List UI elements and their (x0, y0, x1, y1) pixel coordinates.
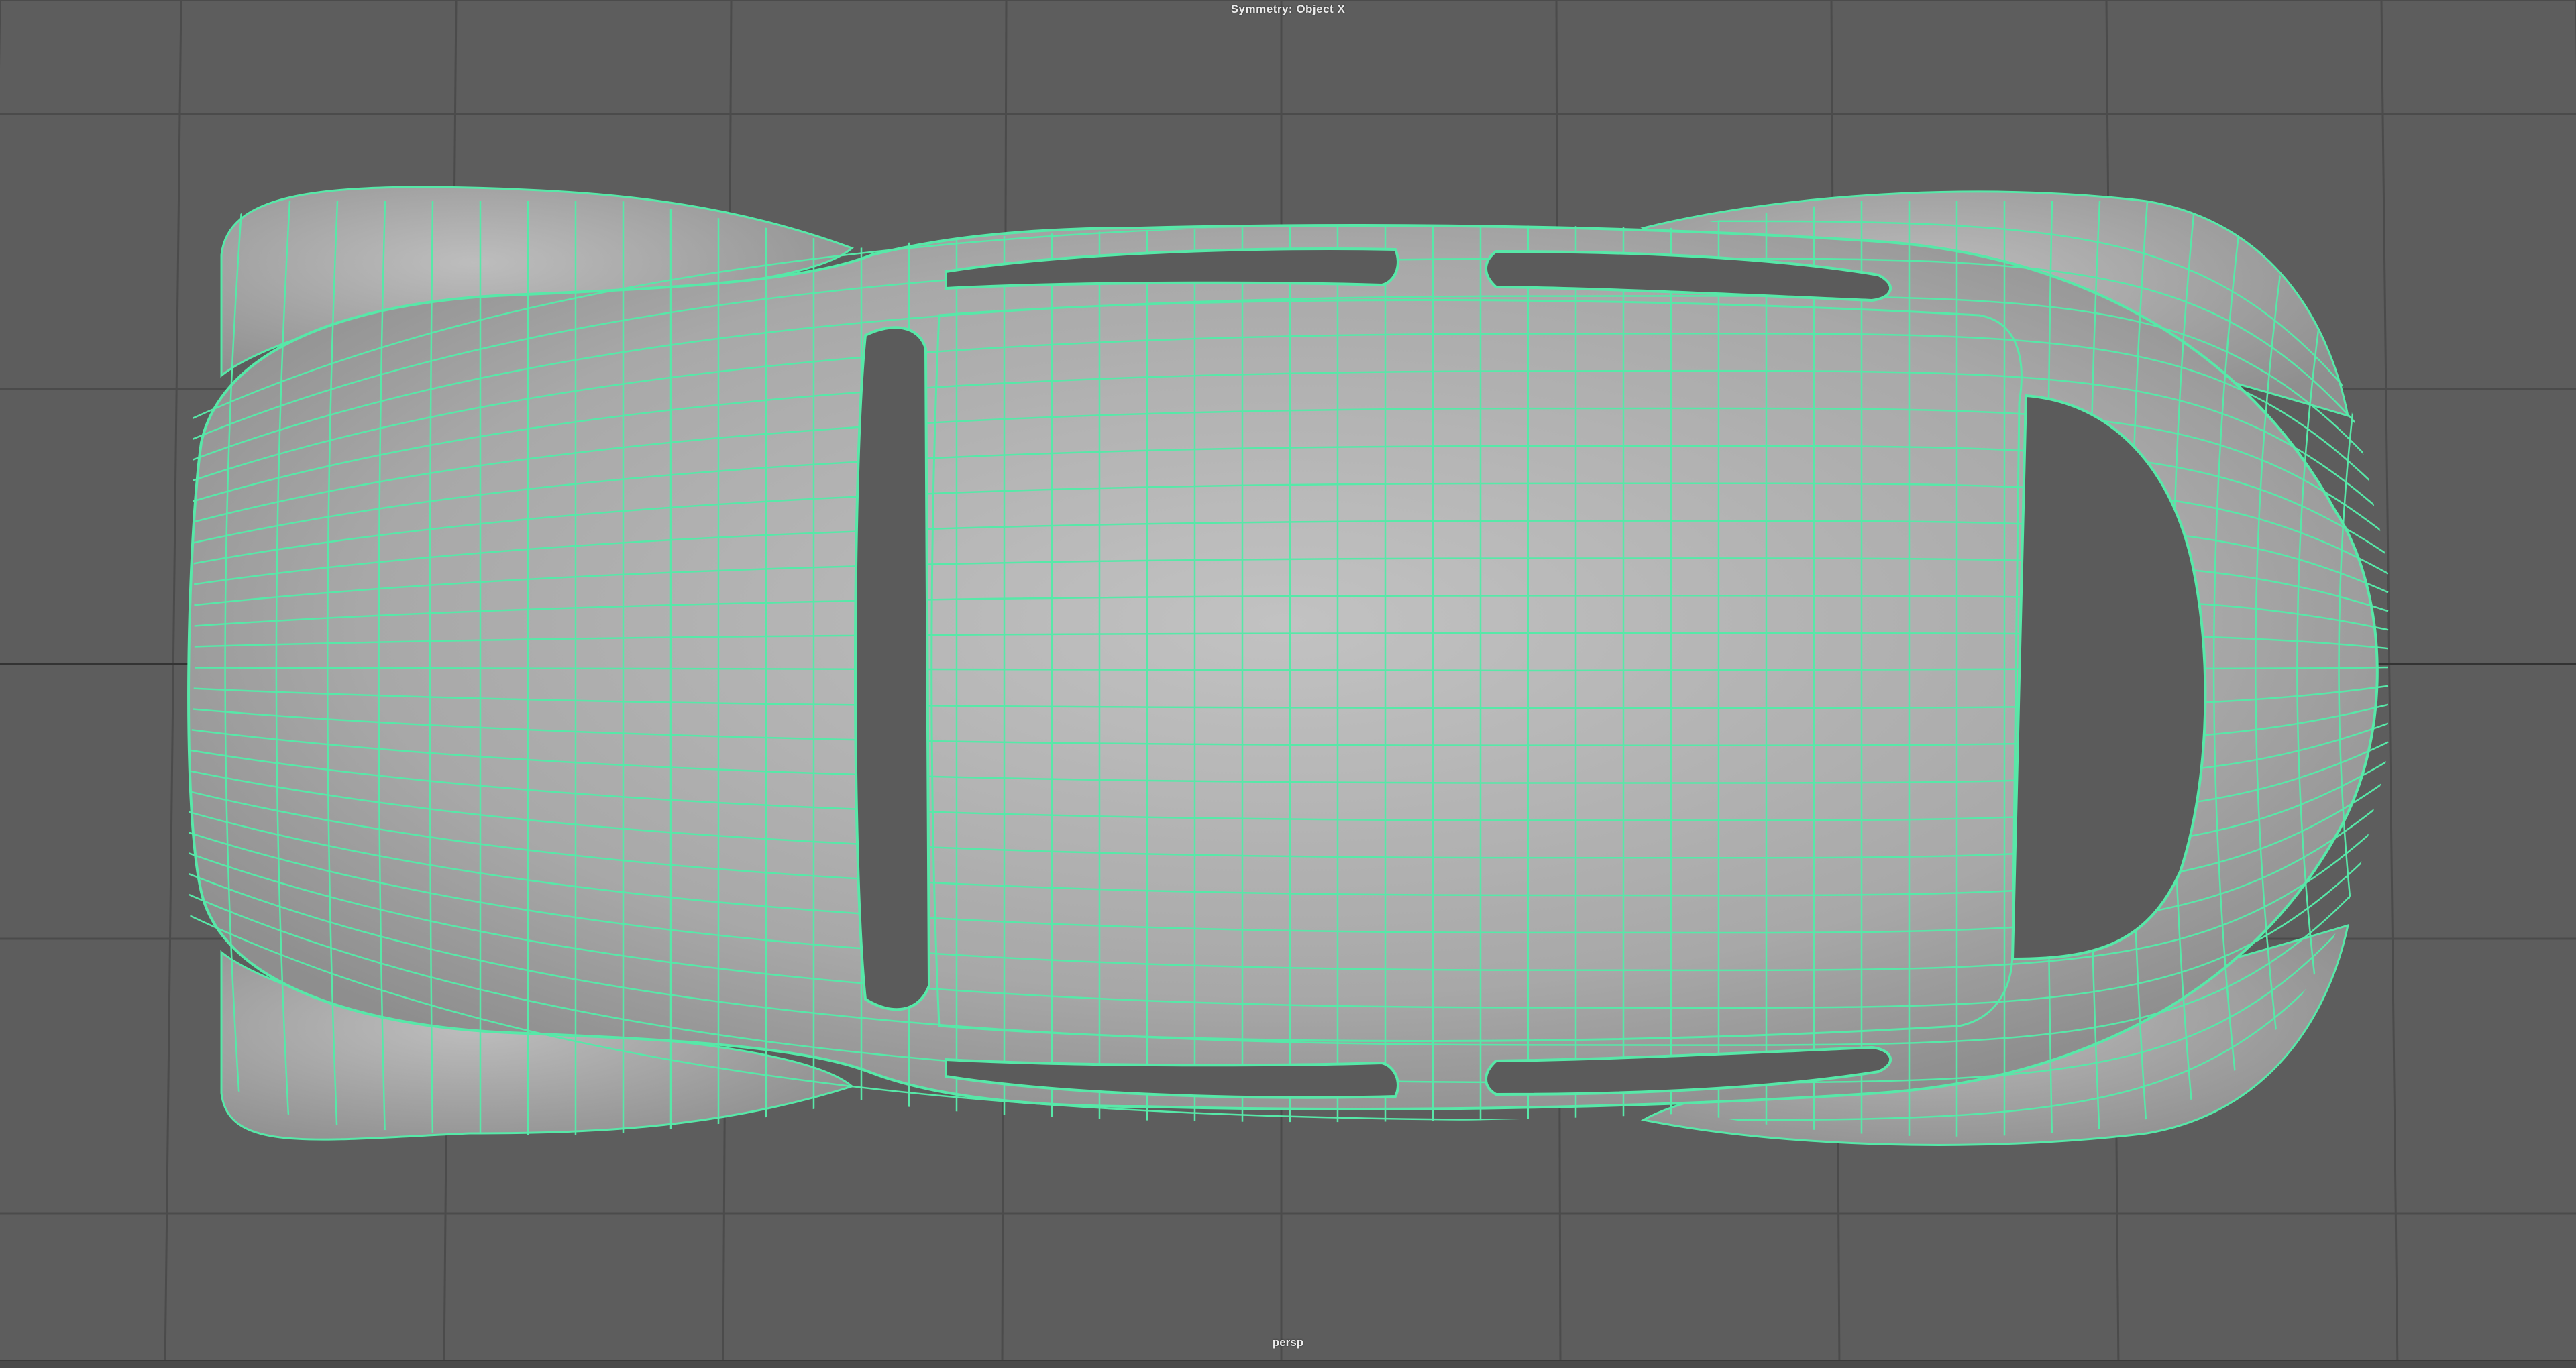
viewport-bottom-border (0, 1360, 2576, 1368)
camera-name-label: persp (1272, 1336, 1304, 1349)
windshield-opening (854, 326, 931, 1011)
car-body-wireframe-icon[interactable] (174, 186, 2390, 1146)
viewport-canvas[interactable] (0, 0, 2576, 1368)
grid-line (2380, 0, 2399, 1368)
grid-line (164, 0, 182, 1368)
3d-viewport[interactable]: Symmetry: Object X persp (0, 0, 2576, 1368)
symmetry-status-label: Symmetry: Object X (1230, 3, 1346, 15)
